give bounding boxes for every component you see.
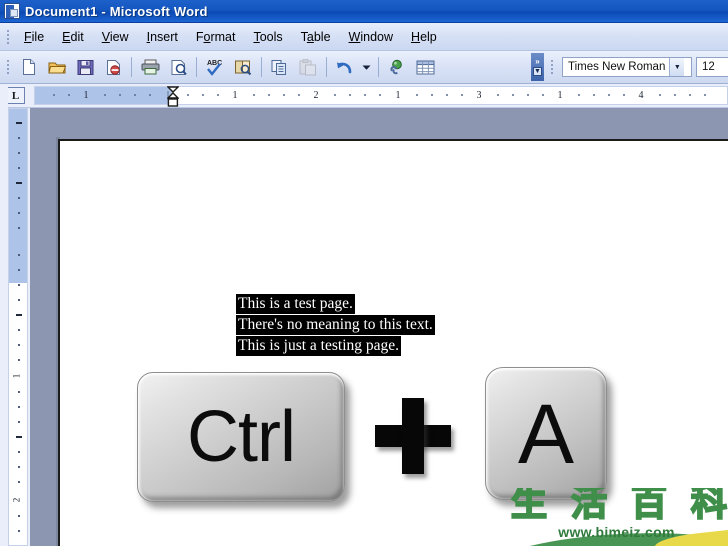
research-icon[interactable] bbox=[230, 55, 256, 79]
print-preview-icon[interactable] bbox=[165, 55, 191, 79]
toolbar-overflow-chevron-icon: » bbox=[535, 57, 540, 66]
menu-item-view[interactable]: View bbox=[93, 27, 138, 47]
ruler-number: 1 bbox=[557, 90, 563, 101]
menu-item-format[interactable]: Format bbox=[187, 27, 245, 47]
horizontal-ruler[interactable]: L 1 | 1 2 1 3 1 4 bbox=[0, 84, 728, 108]
document-workspace[interactable]: This is a test page. There's no meaning … bbox=[30, 108, 728, 546]
site-watermark: 生 活 百 科 www.bimeiz.com bbox=[505, 488, 728, 546]
vertical-ruler-number: 2 bbox=[11, 497, 22, 503]
font-name-value: Times New Roman bbox=[568, 61, 666, 73]
save-disk-icon[interactable] bbox=[72, 55, 98, 79]
font-name-combobox[interactable]: Times New Roman ▼ bbox=[562, 57, 692, 77]
toolbar-separator bbox=[261, 57, 262, 77]
watermark-url: www.bimeiz.com bbox=[558, 524, 675, 540]
menu-item-help[interactable]: Help bbox=[402, 27, 446, 47]
vertical-ruler[interactable]: 1 2 bbox=[8, 108, 28, 546]
watermark-char: 科 bbox=[690, 488, 728, 525]
toolbar-separator bbox=[326, 57, 327, 77]
top-margin-shade bbox=[9, 109, 27, 283]
new-document-icon[interactable] bbox=[16, 55, 42, 79]
copy-icon[interactable] bbox=[267, 55, 293, 79]
ruler-number: 2 bbox=[313, 90, 319, 101]
permission-icon[interactable] bbox=[100, 55, 126, 79]
a-key-label: A bbox=[517, 386, 575, 481]
spelling-check-icon[interactable]: ABC bbox=[202, 55, 228, 79]
menu-item-file[interactable]: File bbox=[15, 27, 53, 47]
document-line: This is a test page. bbox=[236, 293, 435, 314]
horizontal-ruler-strip[interactable]: 1 | 1 2 1 3 1 4 bbox=[34, 86, 728, 107]
watermark-char: 百 bbox=[630, 488, 668, 525]
plus-sign-graphic bbox=[375, 398, 451, 474]
menu-grip[interactable] bbox=[3, 27, 12, 47]
window-title: Document1 - Microsoft Word bbox=[25, 3, 208, 19]
document-line: This is just a testing page. bbox=[236, 335, 435, 356]
document-text-selection[interactable]: This is a test page. There's no meaning … bbox=[236, 293, 435, 356]
ruler-number: 1 bbox=[83, 90, 89, 101]
watermark-chinese-text: 生 活 百 科 bbox=[510, 488, 728, 525]
document-line: There's no meaning to this text. bbox=[236, 314, 435, 335]
undo-dropdown-icon[interactable] bbox=[360, 55, 373, 79]
open-folder-icon[interactable] bbox=[44, 55, 70, 79]
formatting-toolbar-grip[interactable] bbox=[547, 57, 556, 77]
ctrl-key-label: Ctrl bbox=[187, 397, 296, 477]
undo-icon[interactable] bbox=[332, 55, 358, 79]
document-line-text: This is a test page. bbox=[236, 294, 355, 314]
document-line-text: There's no meaning to this text. bbox=[236, 315, 435, 335]
menu-item-window[interactable]: Window bbox=[340, 27, 402, 47]
ruler-number: 4 bbox=[638, 90, 644, 101]
ruler-number: 3 bbox=[476, 90, 482, 101]
print-icon[interactable] bbox=[137, 55, 163, 79]
toolbar-overflow-down-icon: ▼ bbox=[533, 67, 542, 76]
insert-hyperlink-icon[interactable] bbox=[384, 55, 410, 79]
standard-toolbar: ABC » ▼ Times New Roman ▼ 12 bbox=[0, 51, 728, 84]
word-document-icon bbox=[4, 3, 20, 19]
paste-icon bbox=[295, 55, 321, 79]
toolbar-grip[interactable] bbox=[3, 57, 12, 77]
menu-item-edit[interactable]: Edit bbox=[53, 27, 93, 47]
menu-item-insert[interactable]: Insert bbox=[138, 27, 187, 47]
watermark-char: 活 bbox=[570, 488, 608, 525]
toolbar-overflow-button[interactable]: » ▼ bbox=[531, 53, 544, 81]
vertical-ruler-number: 1 bbox=[11, 373, 22, 379]
font-name-chevron-down-icon[interactable]: ▼ bbox=[669, 58, 685, 76]
indent-marker[interactable] bbox=[166, 86, 180, 107]
menu-bar: File Edit View Insert Format Tools Table… bbox=[0, 23, 728, 51]
watermark-char: 生 bbox=[510, 488, 548, 525]
font-size-value: 12 bbox=[702, 61, 715, 73]
toolbar-separator bbox=[378, 57, 379, 77]
insert-table-icon[interactable] bbox=[412, 55, 438, 79]
ruler-number: 1 bbox=[395, 90, 401, 101]
ruler-number: 1 bbox=[232, 90, 238, 101]
tab-stop-selector[interactable]: L bbox=[6, 87, 25, 104]
toolbar-separator bbox=[131, 57, 132, 77]
title-bar: Document1 - Microsoft Word bbox=[0, 0, 728, 23]
ctrl-key-graphic: Ctrl bbox=[137, 372, 345, 502]
menu-item-table[interactable]: Table bbox=[292, 27, 340, 47]
menu-item-tools[interactable]: Tools bbox=[244, 27, 291, 47]
word-application-window: Document1 - Microsoft Word File Edit Vie… bbox=[0, 0, 728, 546]
document-line-text: This is just a testing page. bbox=[236, 336, 402, 356]
a-key-graphic: A bbox=[485, 367, 607, 500]
toolbar-separator bbox=[196, 57, 197, 77]
font-size-combobox[interactable]: 12 ▼ bbox=[696, 57, 728, 77]
